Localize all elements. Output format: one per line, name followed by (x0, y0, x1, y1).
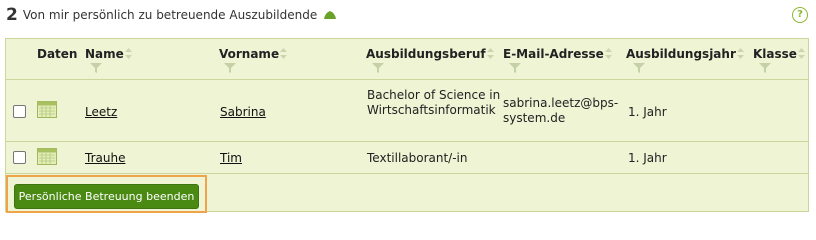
filter-icon[interactable] (372, 63, 384, 73)
sort-icon[interactable] (797, 48, 805, 59)
ausbildungsjahr-value: 1. Jahr (628, 151, 667, 165)
sort-icon[interactable] (486, 48, 494, 59)
calendar-icon[interactable] (37, 101, 57, 118)
column-header-klasse[interactable]: Klasse (753, 47, 805, 61)
calendar-icon[interactable] (37, 148, 57, 165)
filter-icon[interactable] (224, 63, 236, 73)
collapse-icon[interactable] (323, 10, 337, 20)
vorname-link[interactable]: Sabrina (220, 105, 266, 120)
trainees-table: Daten Name Vorname Ausbildungsberuf E-Ma… (5, 38, 809, 213)
sort-icon[interactable] (736, 48, 744, 59)
name-link[interactable]: Trauhe (85, 151, 125, 166)
ausbildungsberuf-value: Bachelor of Science in Wirtschaftsinform… (367, 88, 501, 117)
filter-icon[interactable] (90, 63, 102, 73)
section-header: 2 Von mir persönlich zu betreuende Auszu… (6, 4, 337, 26)
section-title: Von mir persönlich zu betreuende Auszubi… (22, 8, 318, 22)
ausbildungsjahr-value: 1. Jahr (628, 105, 667, 119)
button-highlight: Persönliche Betreuung beenden (6, 175, 207, 213)
table-row: Leetz Sabrina Bachelor of Science in Wir… (6, 79, 808, 142)
end-supervision-button[interactable]: Persönliche Betreuung beenden (14, 184, 199, 209)
row-checkbox[interactable] (13, 105, 26, 118)
help-icon[interactable]: ? (792, 7, 808, 23)
sort-icon[interactable] (124, 48, 132, 59)
filter-icon[interactable] (509, 63, 521, 73)
sort-icon[interactable] (604, 48, 612, 59)
filter-icon[interactable] (759, 63, 771, 73)
filter-icon[interactable] (633, 63, 645, 73)
column-header-daten: Daten (37, 47, 78, 61)
table-row: Trauhe Tim Textillaborant/-in 1. Jahr (6, 141, 808, 174)
row-checkbox[interactable] (13, 151, 26, 164)
column-header-email[interactable]: E-Mail-Adresse (503, 47, 612, 61)
email-value: sabrina.leetz@bps-system.de (503, 96, 619, 125)
column-header-name[interactable]: Name (85, 47, 132, 61)
column-header-ausbildungsberuf[interactable]: Ausbildungsberuf (366, 47, 494, 61)
column-header-ausbildungsjahr[interactable]: Ausbildungsjahr (626, 47, 744, 61)
name-link[interactable]: Leetz (85, 105, 117, 120)
sort-icon[interactable] (280, 48, 288, 59)
ausbildungsberuf-value: Textillaborant/-in (367, 151, 468, 165)
vorname-link[interactable]: Tim (220, 151, 242, 166)
section-number: 2 (6, 5, 18, 25)
column-header-vorname[interactable]: Vorname (219, 47, 288, 61)
